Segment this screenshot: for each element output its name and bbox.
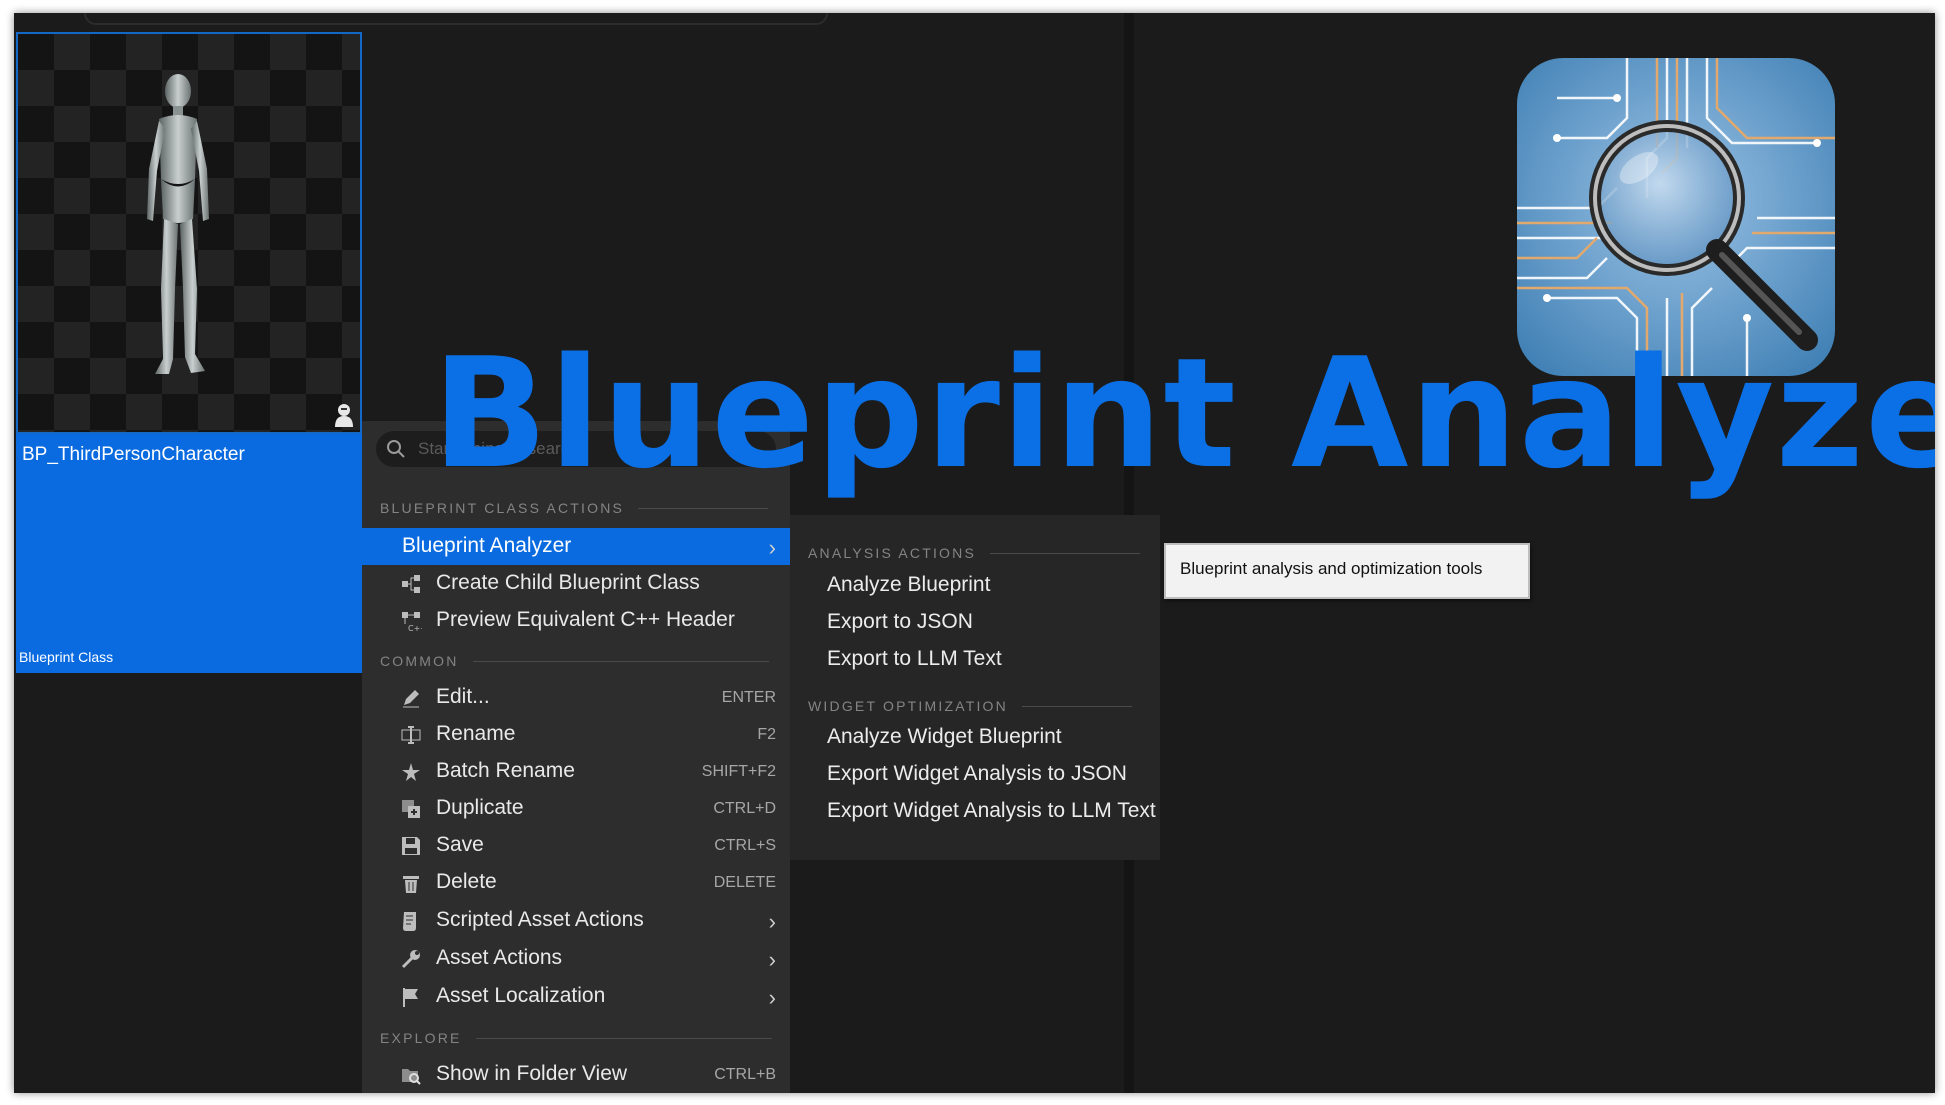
shortcut-label: CTRL+D [713,800,776,817]
cpp-header-icon: C++ [402,612,422,632]
section-label: ANALYSIS ACTIONS [808,545,976,561]
section-divider [472,660,769,662]
menu-item-blueprint-analyzer[interactable]: Blueprint Analyzer › [362,528,790,565]
search-icon [387,440,405,458]
menu-item-batch-rename[interactable]: Batch Rename SHIFT+F2 [362,753,790,790]
batch-rename-icon [402,763,420,781]
chevron-right-icon: › [768,535,776,560]
rename-icon [401,726,421,744]
pencil-icon [403,690,419,708]
section-divider [475,1037,772,1039]
section-divider [638,507,769,509]
menu-item-delete[interactable]: Delete DELETE [362,864,790,901]
section-divider [989,552,1140,554]
asset-thumbnail [16,32,362,434]
submenu-item-export-widget-llm-text[interactable]: Export Widget Analysis to LLM Text [827,799,1156,823]
menu-item-label: Save [436,833,484,856]
trash-icon [403,876,419,893]
top-search-bar[interactable] [84,13,828,25]
shortcut-label: CTRL+S [714,837,776,854]
section-widget-optimization: WIDGET OPTIMIZATION [808,698,1132,714]
chevron-right-icon: › [768,909,776,934]
shortcut-label: F2 [757,726,776,743]
menu-item-label: Asset Localization [436,984,606,1007]
humanoid-figure-icon [147,74,209,374]
menu-item-edit[interactable]: Edit... ENTER [362,679,790,716]
section-label: BLUEPRINT CLASS ACTIONS [380,500,625,516]
menu-item-asset-localization[interactable]: Asset Localization › [362,978,790,1015]
submenu-item-export-widget-json[interactable]: Export Widget Analysis to JSON [827,762,1127,786]
menu-item-label: Asset Actions [436,946,563,969]
section-label: WIDGET OPTIMIZATION [808,698,1008,714]
menu-item-label: Preview Equivalent C++ Header [436,608,735,631]
shortcut-label: DELETE [713,874,776,891]
chevron-right-icon: › [768,985,776,1010]
menu-item-label: Scripted Asset Actions [436,908,644,931]
menu-item-show-in-folder-view[interactable]: Show in Folder View CTRL+B [362,1056,790,1093]
submenu-item-export-llm-text[interactable]: Export to LLM Text [827,647,1002,671]
section-analysis-actions: ANALYSIS ACTIONS [808,545,1140,561]
section-common: COMMON [380,653,769,669]
menu-item-label: Show in Folder View [436,1062,628,1085]
banner-title: Blueprint Analyzer [432,325,1935,502]
menu-item-label: Delete [436,870,497,893]
menu-item-label: Create Child Blueprint Class [436,571,700,594]
menu-item-save[interactable]: Save CTRL+S [362,827,790,864]
submenu-item-analyze-blueprint[interactable]: Analyze Blueprint [827,573,990,597]
submenu-item-export-json[interactable]: Export to JSON [827,610,973,634]
section-label: EXPLORE [380,1030,462,1046]
flag-icon [403,988,418,1007]
menu-item-create-child-blueprint-class[interactable]: Create Child Blueprint Class [362,565,790,602]
tooltip: Blueprint analysis and optimization tool… [1164,543,1530,599]
context-menu: Start typing to search BLUEPRINT CLASS A… [362,421,790,1093]
asset-type: Blueprint Class [19,649,114,665]
menu-item-label: Duplicate [436,796,524,819]
asset-info-panel: BP_ThirdPersonCharacter Blueprint Class [16,434,362,673]
shortcut-label: ENTER [721,689,776,706]
menu-item-label: Blueprint Analyzer [402,534,572,557]
section-label: COMMON [380,653,459,669]
script-icon [403,912,416,931]
menu-item-label: Batch Rename [436,759,575,782]
folder-search-icon [402,1069,421,1085]
menu-item-scripted-asset-actions[interactable]: Scripted Asset Actions › [362,902,790,939]
asset-name: BP_ThirdPersonCharacter [22,444,245,465]
section-explore: EXPLORE [380,1030,772,1046]
section-blueprint-class-actions: BLUEPRINT CLASS ACTIONS [380,500,769,516]
menu-item-preview-cpp-header[interactable]: C++ Preview Equivalent C++ Header [362,602,790,639]
menu-item-label: Rename [436,722,516,745]
menu-item-duplicate[interactable]: Duplicate CTRL+D [362,790,790,827]
wrench-icon [401,950,420,969]
svg-text:C++: C++ [408,624,422,632]
editor-window: BP_ThirdPersonCharacter Blueprint Class … [14,13,1935,1093]
chevron-right-icon: › [768,947,776,972]
submenu-item-analyze-widget-blueprint[interactable]: Analyze Widget Blueprint [827,725,1062,749]
menu-item-asset-actions[interactable]: Asset Actions › [362,940,790,977]
menu-item-label: Edit... [436,685,490,708]
section-divider [1021,705,1132,707]
shortcut-label: SHIFT+F2 [701,763,776,780]
menu-item-rename[interactable]: Rename F2 [362,716,790,753]
save-icon [402,837,420,855]
duplicate-icon [402,800,420,818]
asset-tile[interactable]: BP_ThirdPersonCharacter Blueprint Class [16,32,362,673]
shortcut-label: CTRL+B [714,1066,776,1083]
actor-icon [335,404,353,427]
class-hierarchy-icon [402,575,420,593]
blueprint-analyzer-submenu: ANALYSIS ACTIONS Analyze Blueprint Expor… [790,515,1160,860]
